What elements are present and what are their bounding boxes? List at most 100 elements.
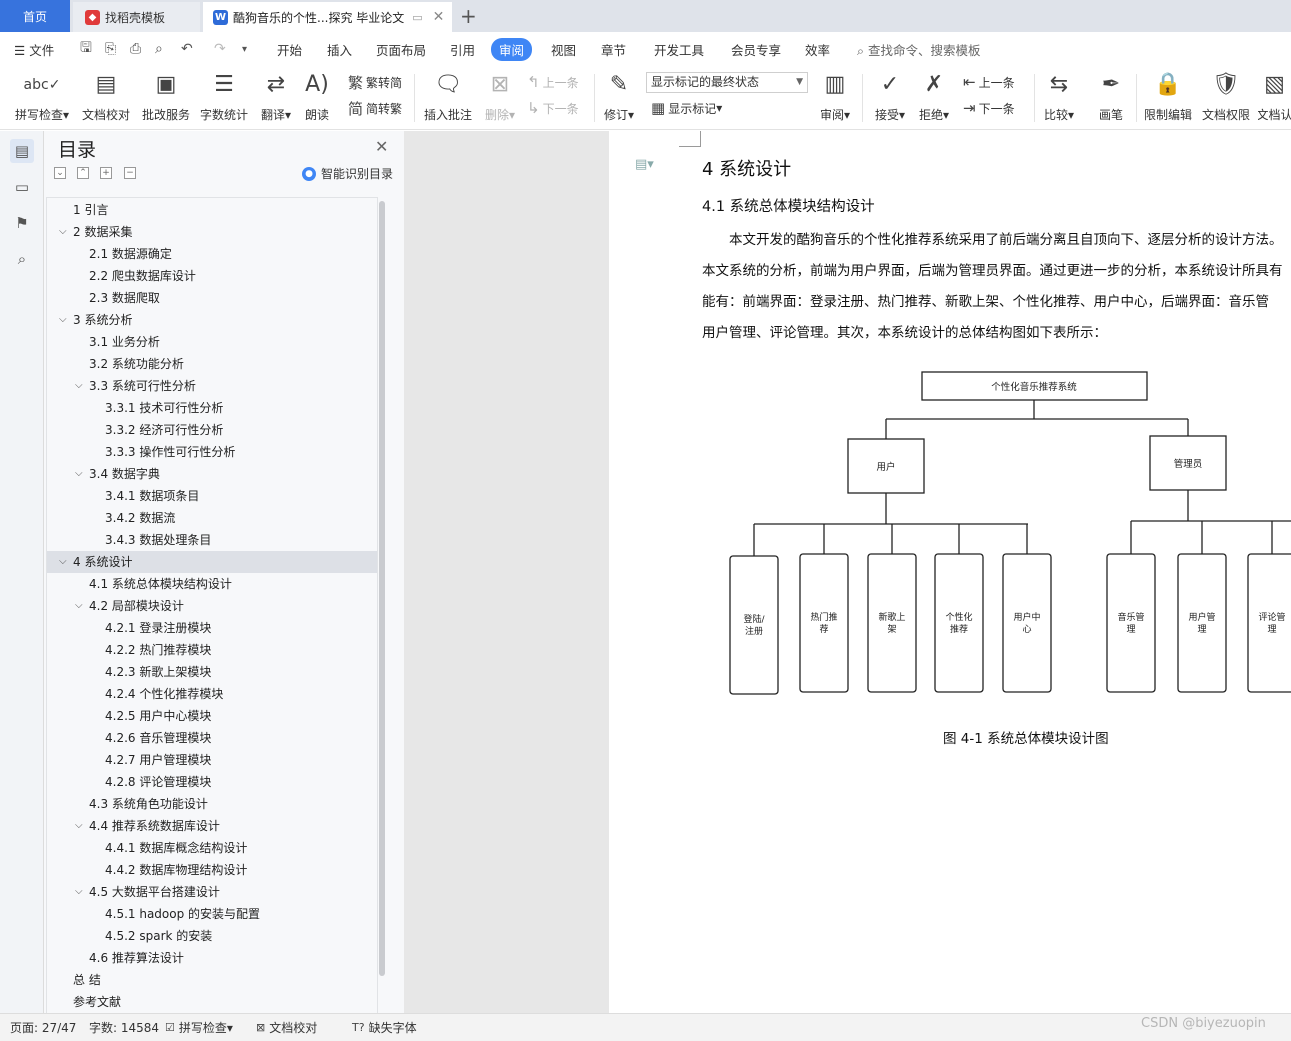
menu-member[interactable]: 会员专享	[731, 40, 781, 59]
toc-item[interactable]: 4.2.5 用户中心模块	[47, 705, 377, 727]
menu-dev-tools[interactable]: 开发工具	[654, 40, 704, 59]
pen-button[interactable]: ✒ 画笔	[1094, 70, 1128, 126]
toc-item[interactable]: 4.2.4 个性化推荐模块	[47, 683, 377, 705]
menu-chapter[interactable]: 章节	[601, 40, 626, 59]
toc-item[interactable]: 4.2.8 评论管理模块	[47, 771, 377, 793]
page-indicator[interactable]: 页面: 27/47	[10, 1019, 76, 1036]
toc-item[interactable]: 4.2.1 登录注册模块	[47, 617, 377, 639]
prev-comment-button[interactable]: ↰ 上一条	[527, 72, 579, 92]
status-missing-font[interactable]: T? 缺失字体	[352, 1019, 417, 1036]
doc-permission-button[interactable]: 🛡 文档权限	[1200, 70, 1252, 126]
simp-to-trad-button[interactable]: 简简转繁	[348, 98, 402, 118]
collapse-all-icon[interactable]: ⌃	[77, 167, 89, 179]
close-icon[interactable]: ✕	[375, 137, 388, 156]
chapter-nav-icon[interactable]: ▭	[10, 175, 34, 199]
batch-service-button[interactable]: ▣ 批改服务	[140, 70, 192, 126]
new-tab-icon[interactable]: +	[460, 4, 477, 28]
print-preview-icon[interactable]: ⌕	[155, 41, 163, 57]
redo-icon[interactable]: ↷	[214, 41, 226, 57]
tab-template[interactable]: ◆ 找稻壳模板	[73, 2, 200, 32]
toc-item[interactable]: ⌵ 3.4 数据字典	[47, 463, 377, 485]
menu-start[interactable]: 开始	[277, 40, 302, 59]
compare-button[interactable]: ⇆ 比较▾	[1040, 70, 1078, 126]
chevron-down-icon[interactable]: ⌵	[75, 463, 83, 485]
word-count-indicator[interactable]: 字数: 14584	[89, 1019, 159, 1036]
status-spellcheck[interactable]: ☑ 拼写检查 ▾	[165, 1019, 233, 1036]
bookmark-icon[interactable]: ⚑	[10, 211, 34, 235]
next-change-button[interactable]: ⇥ 下一条	[963, 98, 1015, 118]
toc-item[interactable]: 总 结	[47, 969, 377, 991]
toc-item[interactable]: 2.3 数据爬取	[47, 287, 377, 309]
save-icon[interactable]: 🖫	[80, 37, 92, 61]
spellcheck-button[interactable]: abc✓ 拼写检查▾	[12, 70, 72, 126]
review-pane-button[interactable]: ▥ 审阅▾	[816, 70, 854, 126]
menu-review[interactable]: 审阅	[491, 37, 533, 61]
track-changes-button[interactable]: ✎ 修订▾	[601, 70, 637, 126]
chevron-down-icon[interactable]: ⌵	[75, 815, 83, 837]
remove-level-icon[interactable]: −	[124, 167, 136, 179]
restrict-edit-button[interactable]: 🔒 限制编辑	[1142, 70, 1194, 126]
toc-item[interactable]: 2.2 爬虫数据库设计	[47, 265, 377, 287]
toc-scrollbar[interactable]	[379, 201, 385, 976]
toc-item[interactable]: 3.1 业务分析	[47, 331, 377, 353]
chevron-down-icon[interactable]: ⌵	[59, 309, 67, 331]
read-aloud-button[interactable]: A) 朗读	[300, 70, 334, 126]
toc-item[interactable]: 3.3.1 技术可行性分析	[47, 397, 377, 419]
toc-panel-icon[interactable]: ▤	[10, 139, 34, 163]
toc-item[interactable]: ⌵ 4 系统设计	[47, 551, 377, 573]
toc-item[interactable]: 2.1 数据源确定	[47, 243, 377, 265]
menu-page-layout[interactable]: 页面布局	[376, 40, 426, 59]
show-markup-button[interactable]: ▦ 显示标记 ▾	[651, 98, 722, 118]
toc-item[interactable]: 4.5.1 hadoop 的安装与配置	[47, 903, 377, 925]
toc-item[interactable]: 4.6 推荐算法设计	[47, 947, 377, 969]
toc-item[interactable]: ⌵ 3 系统分析	[47, 309, 377, 331]
doc-certify-button[interactable]: ▧ 文档认	[1258, 70, 1291, 126]
menu-efficiency[interactable]: 效率	[805, 40, 830, 59]
chevron-down-icon[interactable]: ⌵	[59, 221, 67, 243]
toc-item[interactable]: 3.2 系统功能分析	[47, 353, 377, 375]
trad-to-simp-button[interactable]: 繁繁转简	[348, 72, 402, 92]
toc-item[interactable]: ⌵ 3.3 系统可行性分析	[47, 375, 377, 397]
command-search[interactable]: ⌕ 查找命令、搜索模板	[857, 40, 981, 59]
customize-toolbar-icon[interactable]: ▾	[242, 44, 247, 55]
toc-item[interactable]: 参考文献	[47, 991, 377, 1013]
doc-proof-button[interactable]: ▤ 文档校对	[80, 70, 132, 126]
next-comment-button[interactable]: ↳ 下一条	[527, 98, 579, 118]
tab-document[interactable]: W 酷狗音乐的个性...探究 毕业论文 ▭ ✕	[203, 2, 452, 32]
translate-button[interactable]: ⇄ 翻译▾	[256, 70, 296, 126]
toc-item[interactable]: 3.3.2 经济可行性分析	[47, 419, 377, 441]
toc-item[interactable]: 4.3 系统角色功能设计	[47, 793, 377, 815]
expand-all-icon[interactable]: ⌄	[54, 167, 66, 179]
toc-item[interactable]: ⌵ 2 数据采集	[47, 221, 377, 243]
toc-item[interactable]: 4.4.2 数据库物理结构设计	[47, 859, 377, 881]
chevron-down-icon[interactable]: ⌵	[75, 881, 83, 903]
word-count-button[interactable]: ☰ 字数统计	[198, 70, 250, 126]
status-doc-proof[interactable]: ⊠ 文档校对	[256, 1019, 317, 1036]
add-level-icon[interactable]: +	[100, 167, 112, 179]
toc-item[interactable]: 3.3.3 操作性可行性分析	[47, 441, 377, 463]
menu-references[interactable]: 引用	[450, 40, 475, 59]
file-menu[interactable]: ☰ 文件	[14, 40, 54, 59]
toc-item[interactable]: ⌵ 4.2 局部模块设计	[47, 595, 377, 617]
paragraph-marker-icon[interactable]: ▤▾	[635, 157, 654, 172]
toc-item[interactable]: 4.2.3 新歌上架模块	[47, 661, 377, 683]
reject-button[interactable]: ✗ 拒绝▾	[916, 70, 952, 126]
chevron-down-icon[interactable]: ⌵	[75, 595, 83, 617]
menu-insert[interactable]: 插入	[327, 40, 352, 59]
toc-item[interactable]: 4.1 系统总体模块结构设计	[47, 573, 377, 595]
toc-item[interactable]: 3.4.3 数据处理条目	[47, 529, 377, 551]
prev-change-button[interactable]: ⇤ 上一条	[963, 72, 1015, 92]
chevron-down-icon[interactable]: ⌵	[59, 551, 67, 573]
close-tab-icon[interactable]: ✕	[433, 9, 445, 25]
smart-toc-button[interactable]: ● 智能识别目录	[302, 165, 393, 182]
print-icon[interactable]: ⎙	[130, 41, 141, 57]
toc-item[interactable]: 4.2.2 热门推荐模块	[47, 639, 377, 661]
toc-item[interactable]: 4.4.1 数据库概念结构设计	[47, 837, 377, 859]
export-pdf-icon[interactable]: ⎘	[105, 41, 116, 57]
toc-item[interactable]: 4.5.2 spark 的安装	[47, 925, 377, 947]
chevron-down-icon[interactable]: ⌵	[75, 375, 83, 397]
toc-item[interactable]: 4.2.7 用户管理模块	[47, 749, 377, 771]
toc-item[interactable]: 4.2.6 音乐管理模块	[47, 727, 377, 749]
undo-icon[interactable]: ↶	[181, 41, 193, 57]
toc-item[interactable]: 3.4.1 数据项条目	[47, 485, 377, 507]
